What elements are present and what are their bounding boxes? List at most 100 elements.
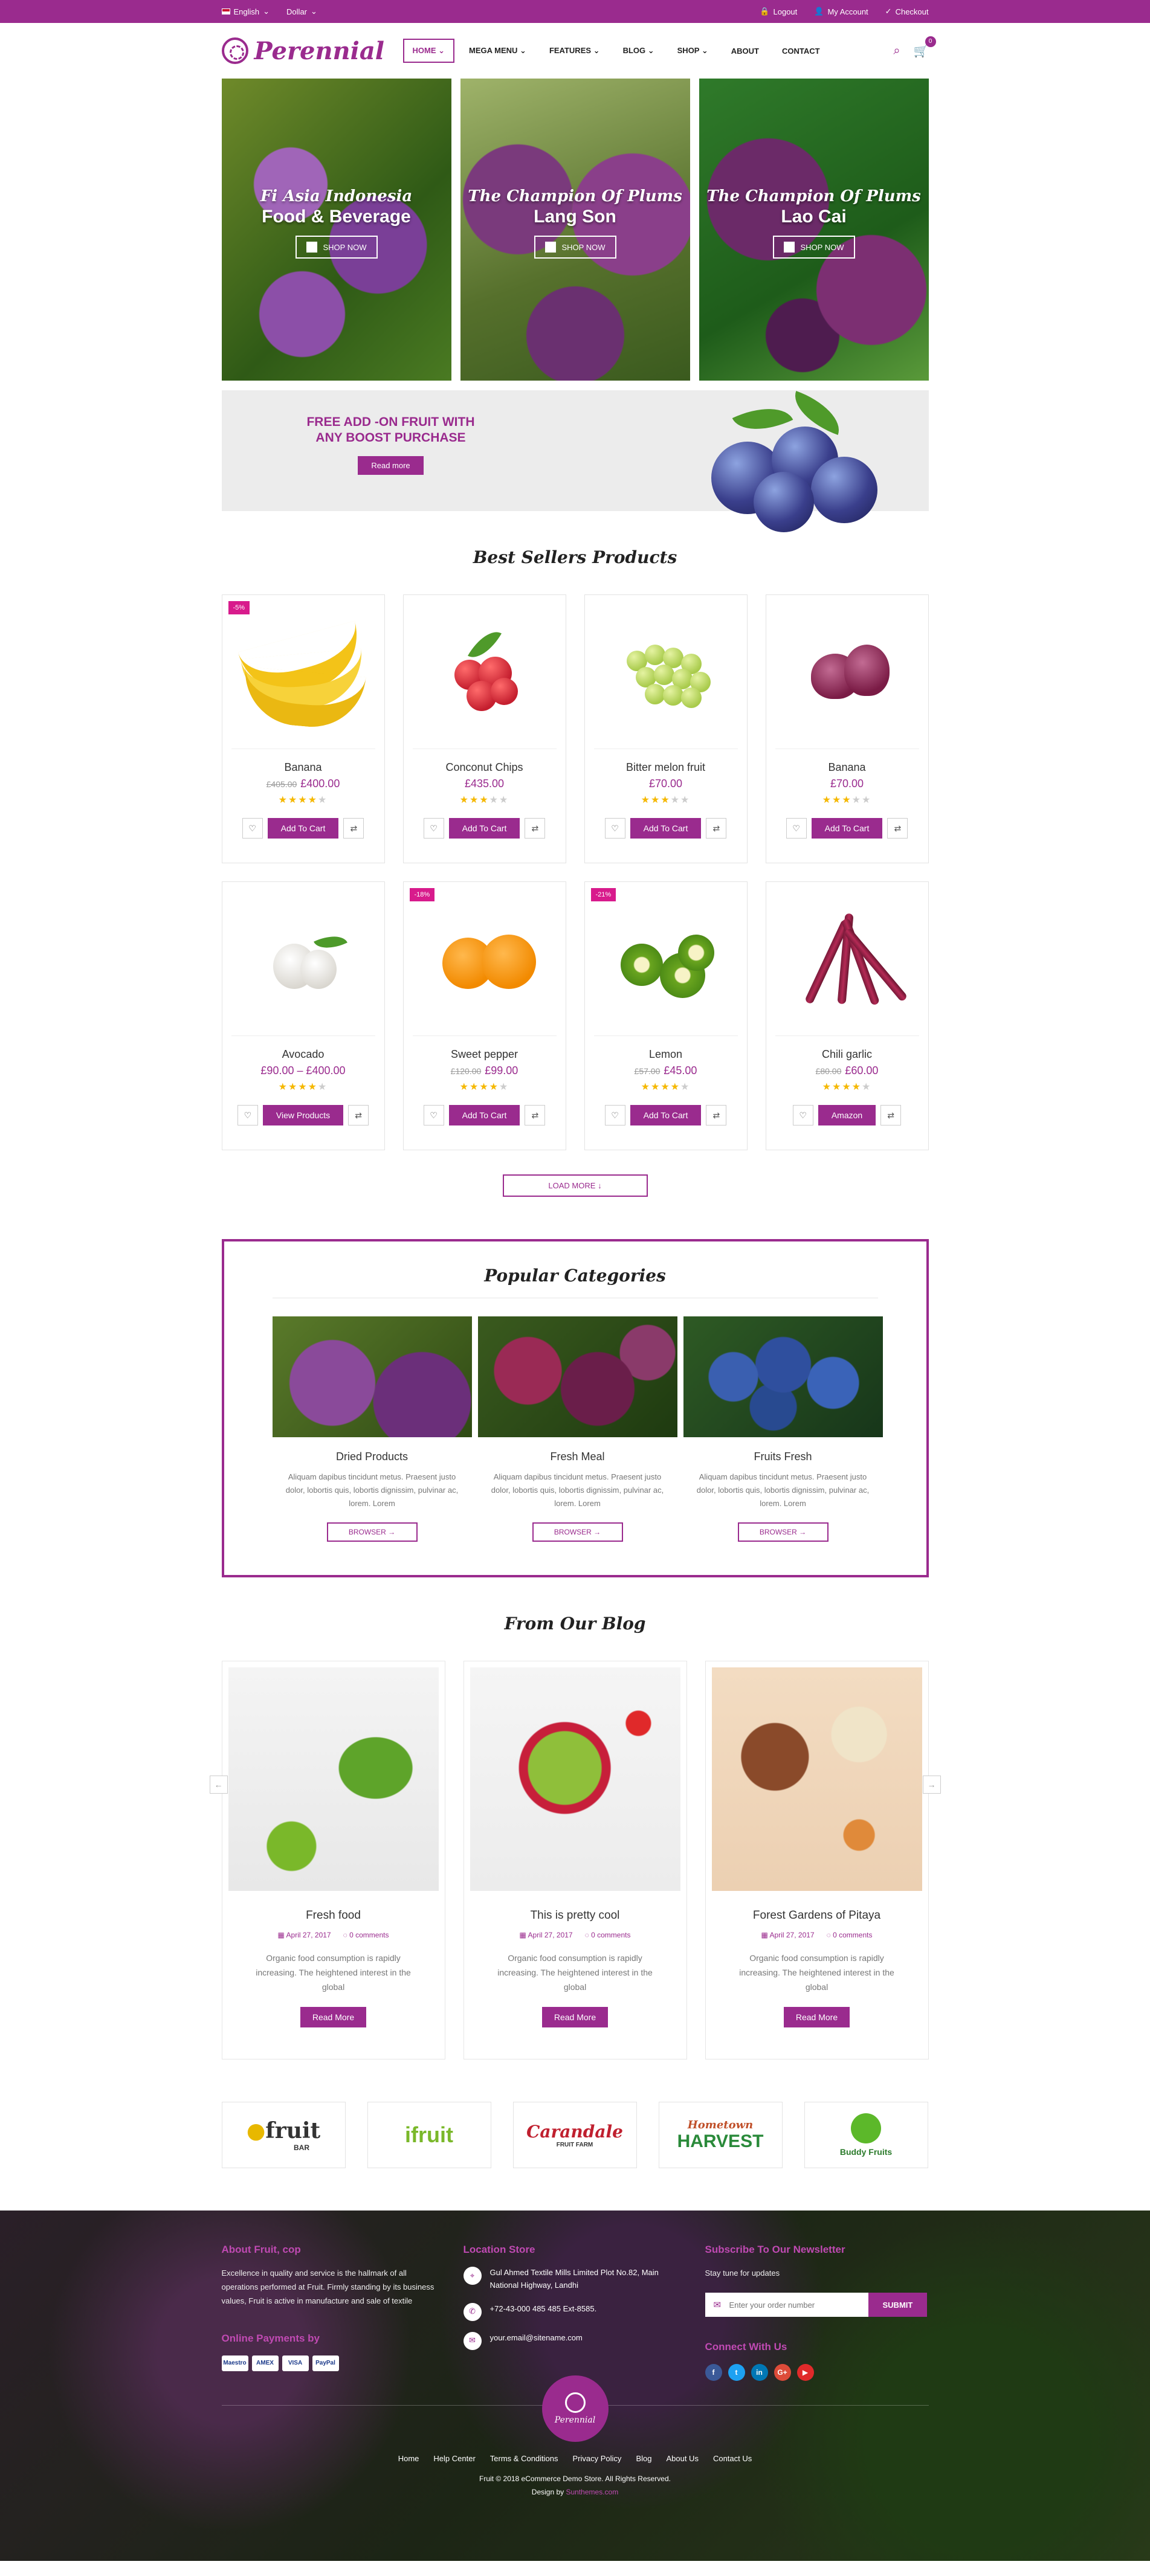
nav-mega-menu[interactable]: MEGA MENU ⌄ xyxy=(460,40,535,62)
prev-arrow-button[interactable]: ← xyxy=(209,1776,228,1794)
facebook-icon[interactable]: f xyxy=(705,2364,722,2381)
compare-button[interactable]: ⇄ xyxy=(706,1105,727,1125)
site-logo[interactable]: Perennial xyxy=(221,37,403,65)
brand-logo[interactable]: Carandale FRUIT FARM xyxy=(512,2102,637,2169)
view-products-button[interactable]: View Products xyxy=(262,1105,344,1125)
currency-selector[interactable]: Dollar ⌄ xyxy=(286,7,317,16)
wishlist-button[interactable]: ♡ xyxy=(604,818,625,839)
browser-button[interactable]: BROWSER → xyxy=(532,1522,623,1542)
blog-post-title[interactable]: Forest Gardens of Pitaya xyxy=(712,1909,922,1922)
product-image[interactable] xyxy=(775,595,919,749)
logout-link[interactable]: 🔒 Logout xyxy=(760,7,797,16)
nav-shop[interactable]: SHOP ⌄ xyxy=(669,40,717,62)
add-to-cart-button[interactable]: Add To Cart xyxy=(448,818,520,839)
shop-now-button[interactable]: SHOP NOW xyxy=(772,236,855,259)
product-name[interactable]: Banana xyxy=(222,761,384,774)
product-card[interactable]: Conconut Chips £435.00 ★★★★★ ♡ Add To Ca… xyxy=(402,594,566,863)
youtube-icon[interactable]: ▶ xyxy=(796,2364,814,2381)
blog-image[interactable] xyxy=(711,1667,922,1892)
wishlist-button[interactable]: ♡ xyxy=(242,818,263,839)
product-image[interactable] xyxy=(231,595,375,749)
brand-logo[interactable]: Buddy Fruits xyxy=(804,2102,928,2169)
add-to-cart-button[interactable]: Add To Cart xyxy=(267,818,339,839)
wishlist-button[interactable]: ♡ xyxy=(423,1105,444,1125)
post-comments[interactable]: ◌ 0 comments xyxy=(827,1931,873,1939)
hero-banner[interactable]: The Champion Of Plums Lang Son SHOP NOW xyxy=(460,79,690,381)
wishlist-button[interactable]: ♡ xyxy=(786,818,807,839)
brand-logo[interactable]: ●fruit BAR xyxy=(221,2102,346,2169)
product-card[interactable]: -5% Banana £405.00 £400.00 ★★★★★ ♡ Add To… xyxy=(221,594,385,863)
product-image[interactable] xyxy=(593,595,738,749)
hero-banner[interactable]: The Champion Of Plums Lao Cai SHOP NOW xyxy=(699,79,929,381)
load-more-button[interactable]: LOAD MORE ↓ xyxy=(502,1174,648,1197)
brand-logo[interactable]: ifruit xyxy=(367,2102,491,2169)
product-card[interactable]: Banana £70.00 ★★★★★ ♡ Add To Cart ⇄ xyxy=(765,594,929,863)
wishlist-button[interactable]: ♡ xyxy=(423,818,444,839)
browser-button[interactable]: BROWSER → xyxy=(737,1522,829,1542)
submit-button[interactable]: SUBMIT xyxy=(868,2293,928,2317)
product-image[interactable] xyxy=(412,595,557,749)
product-name[interactable]: Lemon xyxy=(585,1048,747,1061)
product-name[interactable]: Chili garlic xyxy=(766,1048,928,1061)
shop-now-button[interactable]: SHOP NOW xyxy=(534,236,616,259)
footer-link-about[interactable]: About Us xyxy=(666,2454,698,2463)
wishlist-button[interactable]: ♡ xyxy=(237,1105,258,1125)
compare-button[interactable]: ⇄ xyxy=(343,818,364,839)
compare-button[interactable]: ⇄ xyxy=(880,1105,902,1125)
product-name[interactable]: Conconut Chips xyxy=(404,761,566,774)
category-name[interactable]: Dried Products xyxy=(273,1451,472,1463)
product-card[interactable]: Bitter melon fruit £70.00 ★★★★★ ♡ Add To… xyxy=(584,594,748,863)
footer-link-home[interactable]: Home xyxy=(398,2454,419,2463)
product-name[interactable]: Bitter melon fruit xyxy=(585,761,747,774)
footer-link-terms[interactable]: Terms & Conditions xyxy=(490,2454,558,2463)
compare-button[interactable]: ⇄ xyxy=(348,1105,369,1125)
category-image[interactable] xyxy=(683,1316,883,1437)
product-name[interactable]: Avocado xyxy=(222,1048,384,1061)
compare-button[interactable]: ⇄ xyxy=(887,818,908,839)
checkout-link[interactable]: ✓ Checkout xyxy=(885,7,929,16)
read-more-button[interactable]: Read more xyxy=(358,456,424,475)
product-name[interactable]: Banana xyxy=(766,761,928,774)
product-card[interactable]: -18% Sweet pepper £120.00 £99.00 ★★★★★ ♡ … xyxy=(402,881,566,1150)
email-link[interactable]: your.email@sitename.com xyxy=(490,2332,583,2345)
nav-about[interactable]: ABOUT xyxy=(723,40,767,62)
nav-features[interactable]: FEATURES ⌄ xyxy=(541,40,609,62)
blog-post-title[interactable]: This is pretty cool xyxy=(470,1909,680,1922)
nav-home[interactable]: HOME ⌄ xyxy=(402,39,455,63)
compare-button[interactable]: ⇄ xyxy=(706,818,727,839)
google-plus-icon[interactable]: G+ xyxy=(774,2364,791,2381)
product-image[interactable] xyxy=(231,882,375,1036)
product-name[interactable]: Sweet pepper xyxy=(404,1048,566,1061)
product-card[interactable]: Avocado £90.00 – £400.00 ★★★★★ ♡ View Pr… xyxy=(221,881,385,1150)
amazon-button[interactable]: Amazon xyxy=(818,1105,876,1125)
twitter-icon[interactable]: t xyxy=(728,2364,745,2381)
product-card[interactable]: Chili garlic £80.00 £60.00 ★★★★★ ♡ Amazon… xyxy=(765,881,929,1150)
wishlist-button[interactable]: ♡ xyxy=(792,1105,813,1125)
brand-logo[interactable]: Hometown HARVEST xyxy=(658,2102,783,2169)
footer-link-privacy[interactable]: Privacy Policy xyxy=(573,2454,622,2463)
cart-button[interactable]: 🛒 0 xyxy=(914,36,936,59)
compare-button[interactable]: ⇄ xyxy=(525,1105,546,1125)
category-image[interactable] xyxy=(272,1316,472,1437)
read-more-button[interactable]: Read More xyxy=(300,2006,367,2027)
add-to-cart-button[interactable]: Add To Cart xyxy=(630,818,702,839)
designer-link[interactable]: Sunthemes.com xyxy=(566,2488,619,2496)
read-more-button[interactable]: Read More xyxy=(783,2006,850,2027)
footer-link-contact[interactable]: Contact Us xyxy=(713,2454,752,2463)
product-image[interactable] xyxy=(775,882,919,1036)
category-name[interactable]: Fresh Meal xyxy=(478,1451,677,1463)
next-arrow-button[interactable]: → xyxy=(922,1776,941,1794)
nav-blog[interactable]: BLOG ⌄ xyxy=(615,40,663,62)
read-more-button[interactable]: Read More xyxy=(541,2006,609,2027)
category-name[interactable]: Fruits Fresh xyxy=(683,1451,883,1463)
browser-button[interactable]: BROWSER → xyxy=(326,1522,418,1542)
add-to-cart-button[interactable]: Add To Cart xyxy=(448,1105,520,1125)
linkedin-icon[interactable]: in xyxy=(751,2364,768,2381)
add-to-cart-button[interactable]: Add To Cart xyxy=(630,1105,702,1125)
footer-logo[interactable]: Perennial xyxy=(541,2375,609,2442)
shop-now-button[interactable]: SHOP NOW xyxy=(295,236,378,259)
language-selector[interactable]: English ⌄ xyxy=(221,7,270,16)
my-account-link[interactable]: 👤 My Account xyxy=(814,7,868,16)
newsletter-email-input[interactable] xyxy=(705,2293,868,2317)
add-to-cart-button[interactable]: Add To Cart xyxy=(811,818,883,839)
